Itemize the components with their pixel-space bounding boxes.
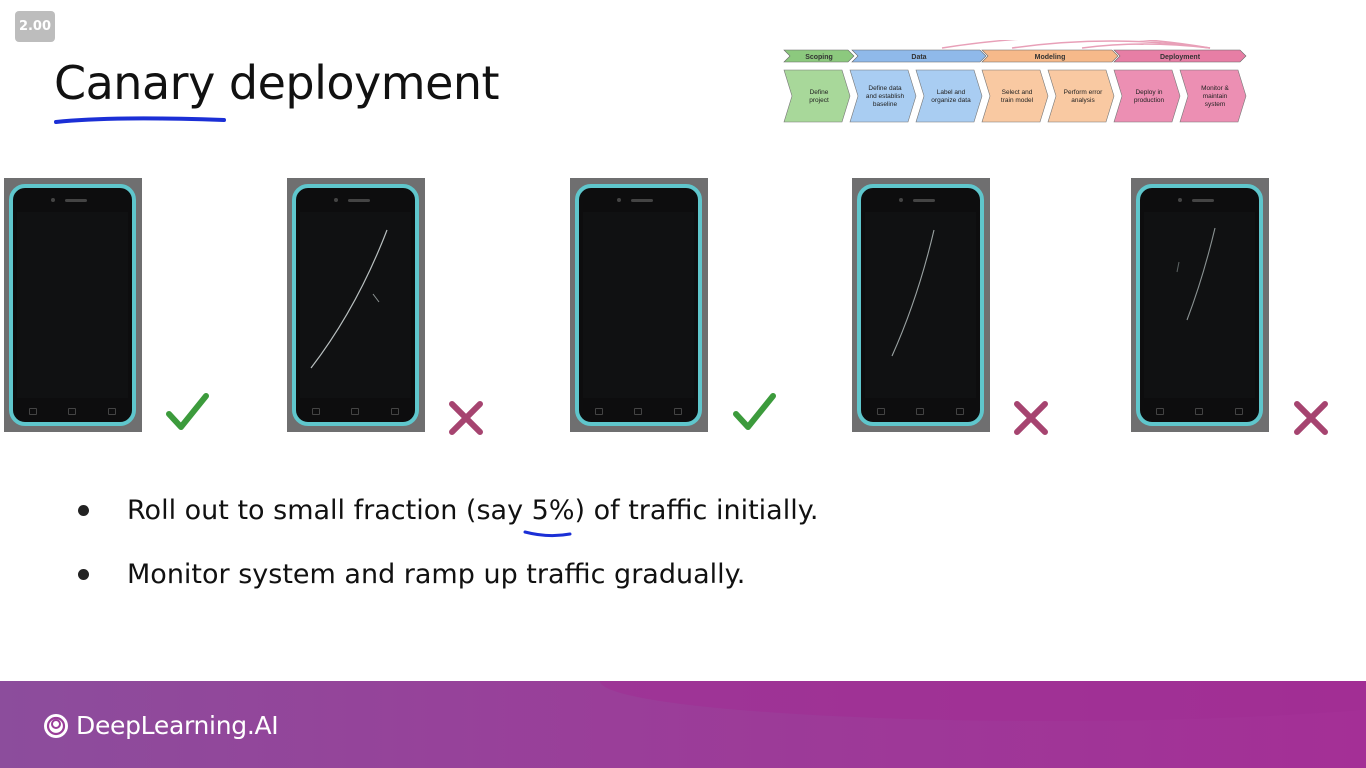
lifecycle-step-row: Define projectDefine data and establish bas… [783,69,1247,123]
bullet-list: Roll out to small fraction (say 5%) of t… [78,490,818,618]
list-item: Roll out to small fraction (say 5%) of t… [78,490,818,530]
step-chevron [981,69,1049,123]
screen-crack-icon [310,229,388,369]
phase-label: Deployment [1160,54,1201,61]
bullet-text: Monitor system and ramp up traffic gradu… [127,558,746,590]
playback-speed-badge[interactable]: 2.00 [15,11,55,42]
check-icon [166,393,209,430]
step-label: Deploy in production [1134,89,1165,104]
title-underline [54,116,226,124]
step-label: Monitor & maintain system [1201,85,1229,108]
cross-icon [449,401,483,435]
check-icon [733,393,776,430]
step-label: Label and organize data [931,89,971,104]
deeplearning-logo-icon [44,713,68,738]
lifecycle-phase-bar: Scoping Data Modeling Deployment [783,49,1247,63]
brand-name: DeepLearning.AI [76,711,279,740]
bullet-dot [78,568,89,580]
bullet-dot [78,504,89,516]
step-chevron [1047,69,1115,123]
phone-5 [1131,178,1269,432]
phone-3 [570,178,708,432]
step-label: Select and train model [1001,89,1034,104]
lifecycle-feedback-arcs [941,40,1211,49]
cross-icon [1294,401,1328,435]
list-item: Monitor system and ramp up traffic gradu… [78,554,818,594]
phone-4 [852,178,990,432]
step-label: Define project [809,89,829,104]
phase-label: Data [911,54,926,61]
bullet-text: Roll out to small fraction (say 5%) of t… [127,494,819,526]
step-chevron [1113,69,1181,123]
slide-title: Canary deployment [54,56,500,110]
screen-crack-icon [1176,227,1216,321]
step-chevron [915,69,983,123]
brand-logo: DeepLearning.AI [42,711,279,740]
screen-crack-icon [891,229,935,357]
phone-2 [287,178,425,432]
percent-underline [523,530,572,538]
ml-lifecycle-diagram: Scoping Data Modeling Deployment Define proj… [783,40,1247,123]
phase-label: Modeling [1035,54,1066,61]
step-chevron [783,69,851,123]
phase-label: Scoping [805,54,833,61]
phone-1 [4,178,142,432]
cross-icon [1014,401,1048,435]
